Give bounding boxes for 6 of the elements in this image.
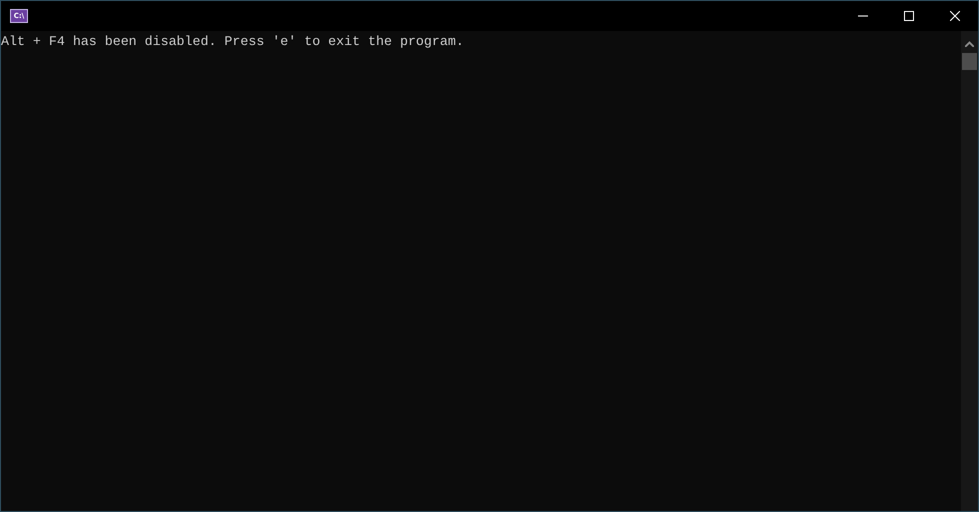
maximize-icon <box>904 11 914 21</box>
scroll-up-icon[interactable] <box>965 41 974 47</box>
close-icon <box>950 11 960 21</box>
scrollbar-thumb[interactable] <box>962 53 977 70</box>
scrollbar[interactable] <box>961 31 978 511</box>
console-line: Alt + F4 has been disabled. Press 'e' to exit the program. <box>1 33 464 50</box>
